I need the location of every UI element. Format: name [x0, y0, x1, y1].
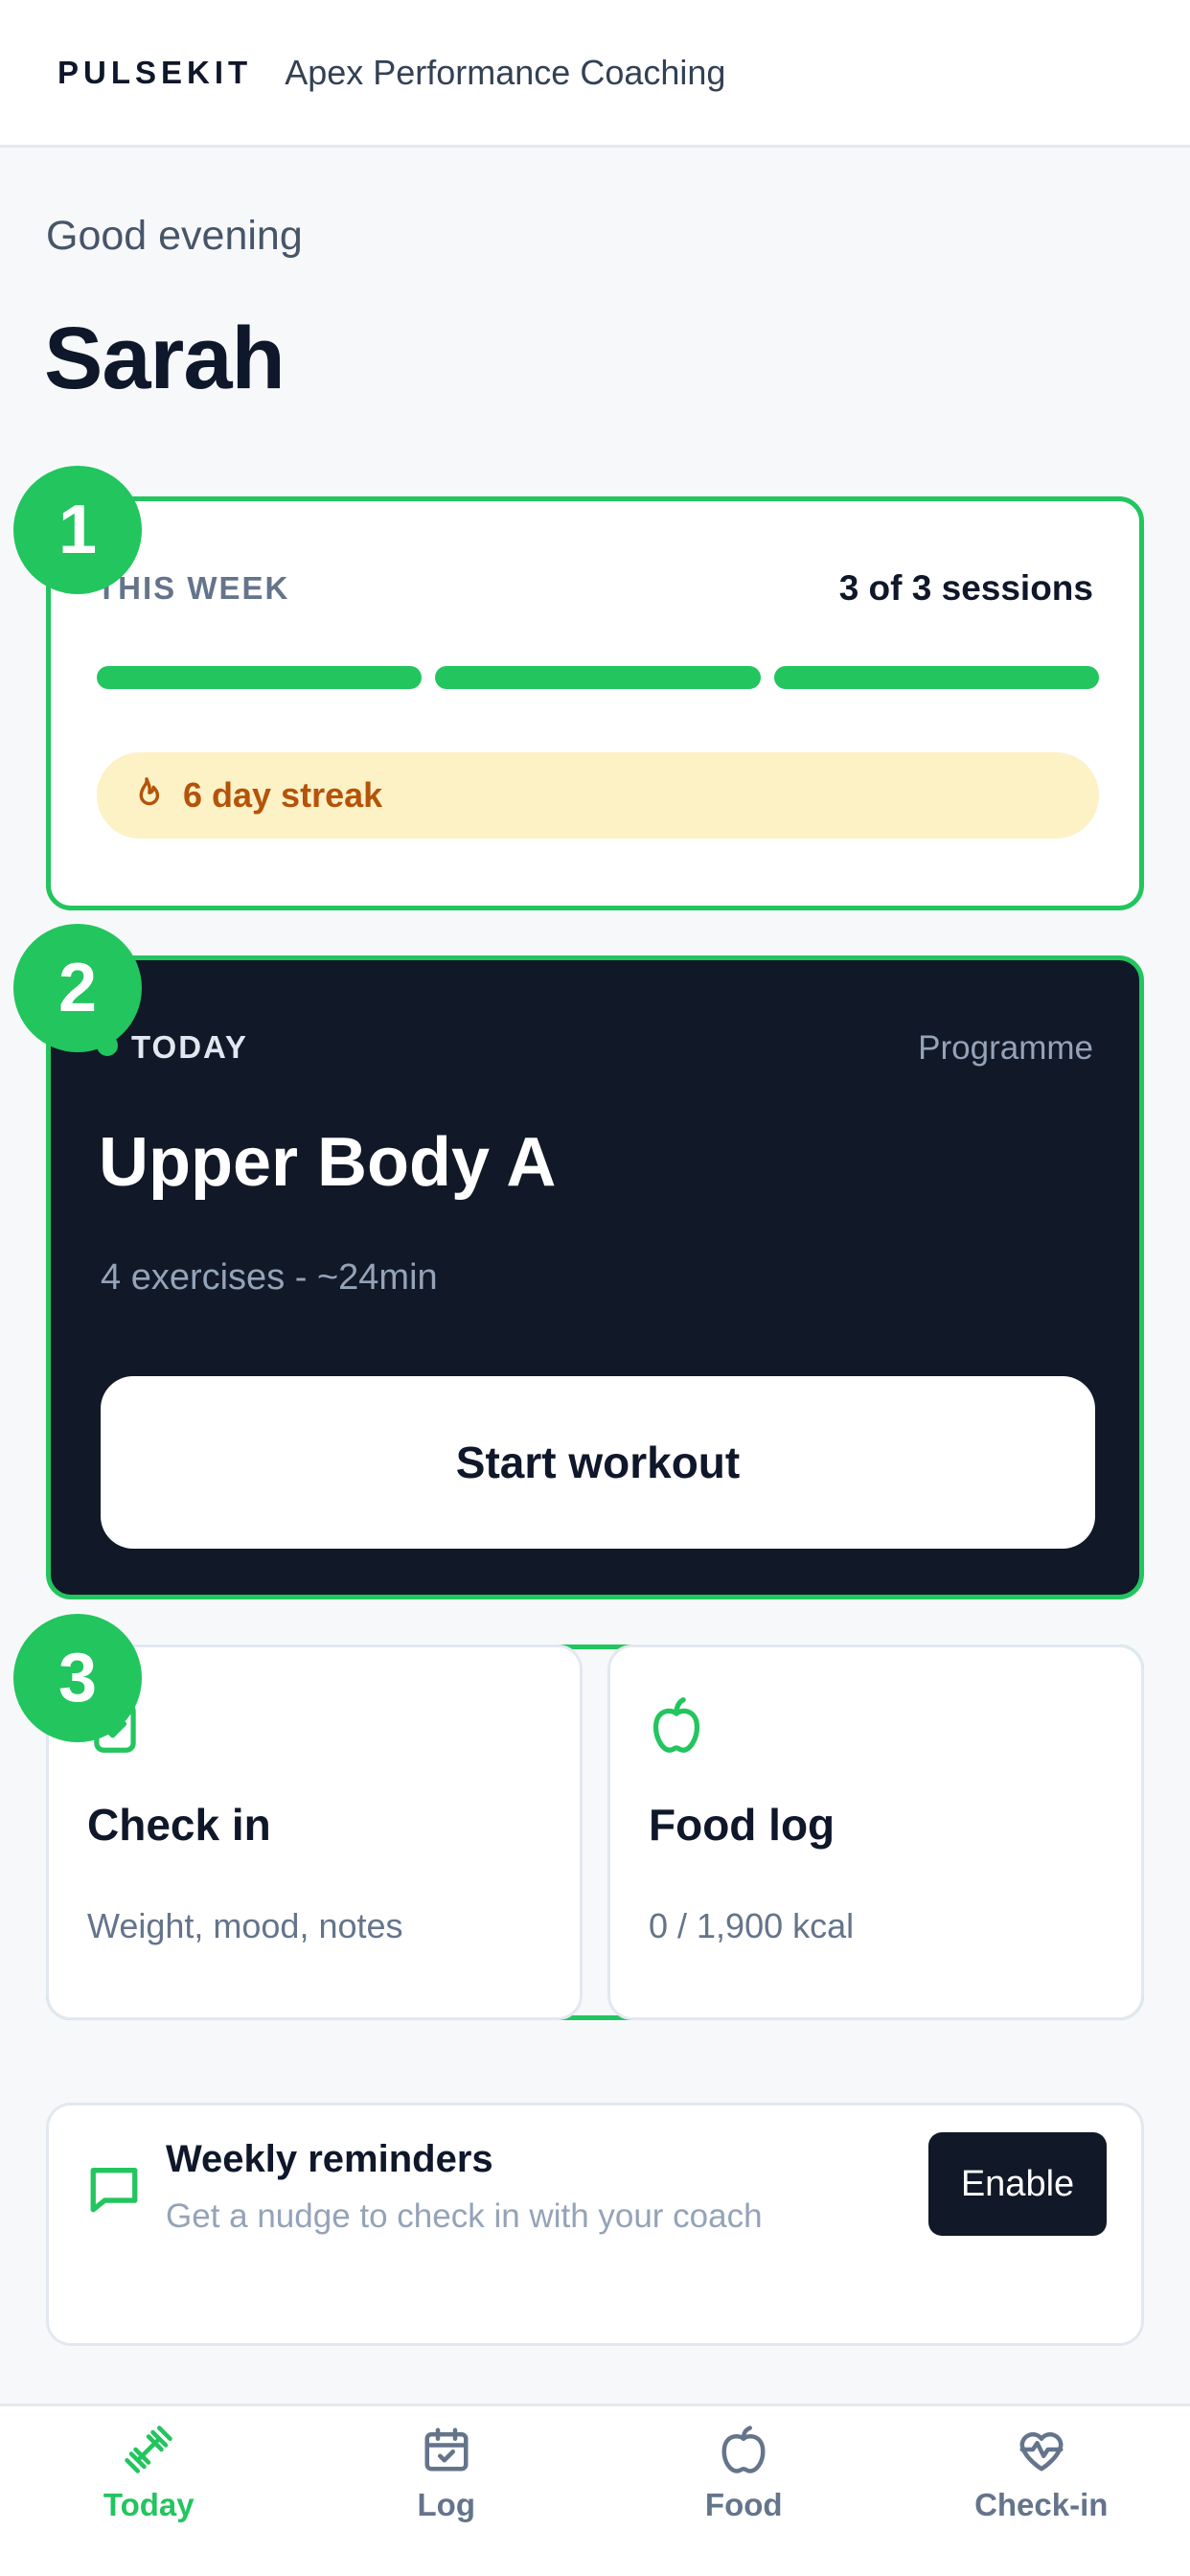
nav-label-food: Food	[704, 2487, 783, 2522]
greeting-text: Good evening	[46, 213, 303, 259]
apple-icon	[652, 1697, 700, 1753]
apple-icon	[721, 2426, 766, 2473]
today-workout-card: TODAY Programme Upper Body A 4 exercises…	[46, 955, 1144, 1599]
heart-pulse-icon	[1019, 2432, 1064, 2472]
reminders-subtitle: Get a nudge to check in with your coach	[166, 2197, 763, 2235]
message-icon	[90, 2168, 138, 2213]
calendar-check-icon	[424, 2427, 469, 2472]
sessions-count: 3 of 3 sessions	[838, 568, 1093, 608]
nav-label-check-in: Check-in	[974, 2487, 1109, 2522]
check-in-title: Check in	[87, 1800, 271, 1850]
quick-actions-group: Check in Weight, mood, notes Food log 0 …	[46, 1644, 1144, 2020]
nav-item-check-in[interactable]: Check-in	[893, 2406, 1190, 2576]
app-header: PULSEKIT Apex Performance Coaching	[0, 0, 1190, 148]
check-in-subtitle: Weight, mood, notes	[87, 1906, 403, 1945]
programme-link[interactable]: Programme	[918, 1029, 1093, 1068]
workout-title: Upper Body A	[99, 1124, 557, 1201]
streak-text: 6 day streak	[183, 775, 383, 815]
user-name: Sarah	[44, 310, 286, 407]
progress-segment	[97, 666, 423, 689]
sessions-progress-bar	[97, 666, 1099, 689]
today-screen: PULSEKIT Apex Performance Coaching Good …	[0, 0, 1190, 2576]
streak-pill: 6 day streak	[97, 752, 1099, 839]
weekly-progress-card: THIS WEEK 3 of 3 sessions 6 day streak	[46, 496, 1144, 910]
brand-logo: PULSEKIT	[57, 54, 253, 90]
enable-reminders-button[interactable]: Enable	[928, 2132, 1107, 2236]
bottom-nav: Today Log Food Check-in	[0, 2404, 1190, 2576]
progress-segment	[435, 666, 761, 689]
step-badge-2: 2	[13, 924, 142, 1052]
nav-label-today: Today	[103, 2487, 195, 2522]
reminders-title: Weekly reminders	[166, 2138, 493, 2180]
food-log-subtitle: 0 / 1,900 kcal	[649, 1906, 855, 1945]
start-workout-button[interactable]: Start workout	[101, 1376, 1095, 1549]
weekly-reminders-card: Weekly reminders Get a nudge to check in…	[46, 2103, 1144, 2346]
today-label: TODAY	[131, 1029, 248, 1065]
step-badge-1: 1	[13, 466, 142, 594]
step-badge-3: 3	[13, 1614, 142, 1742]
week-label: THIS WEEK	[97, 570, 290, 606]
nav-item-today[interactable]: Today	[0, 2406, 298, 2576]
nav-label-log: Log	[417, 2487, 475, 2522]
coach-name: Apex Performance Coaching	[285, 52, 726, 92]
nav-item-food[interactable]: Food	[595, 2406, 893, 2576]
food-log-title: Food log	[649, 1800, 835, 1850]
progress-segment	[773, 666, 1099, 689]
nav-item-log[interactable]: Log	[298, 2406, 596, 2576]
dumbbell-icon	[125, 2426, 172, 2473]
flame-icon	[139, 777, 160, 806]
food-log-tile[interactable]: Food log 0 / 1,900 kcal	[607, 1644, 1144, 2020]
workout-meta: 4 exercises - ~24min	[101, 1257, 438, 1298]
